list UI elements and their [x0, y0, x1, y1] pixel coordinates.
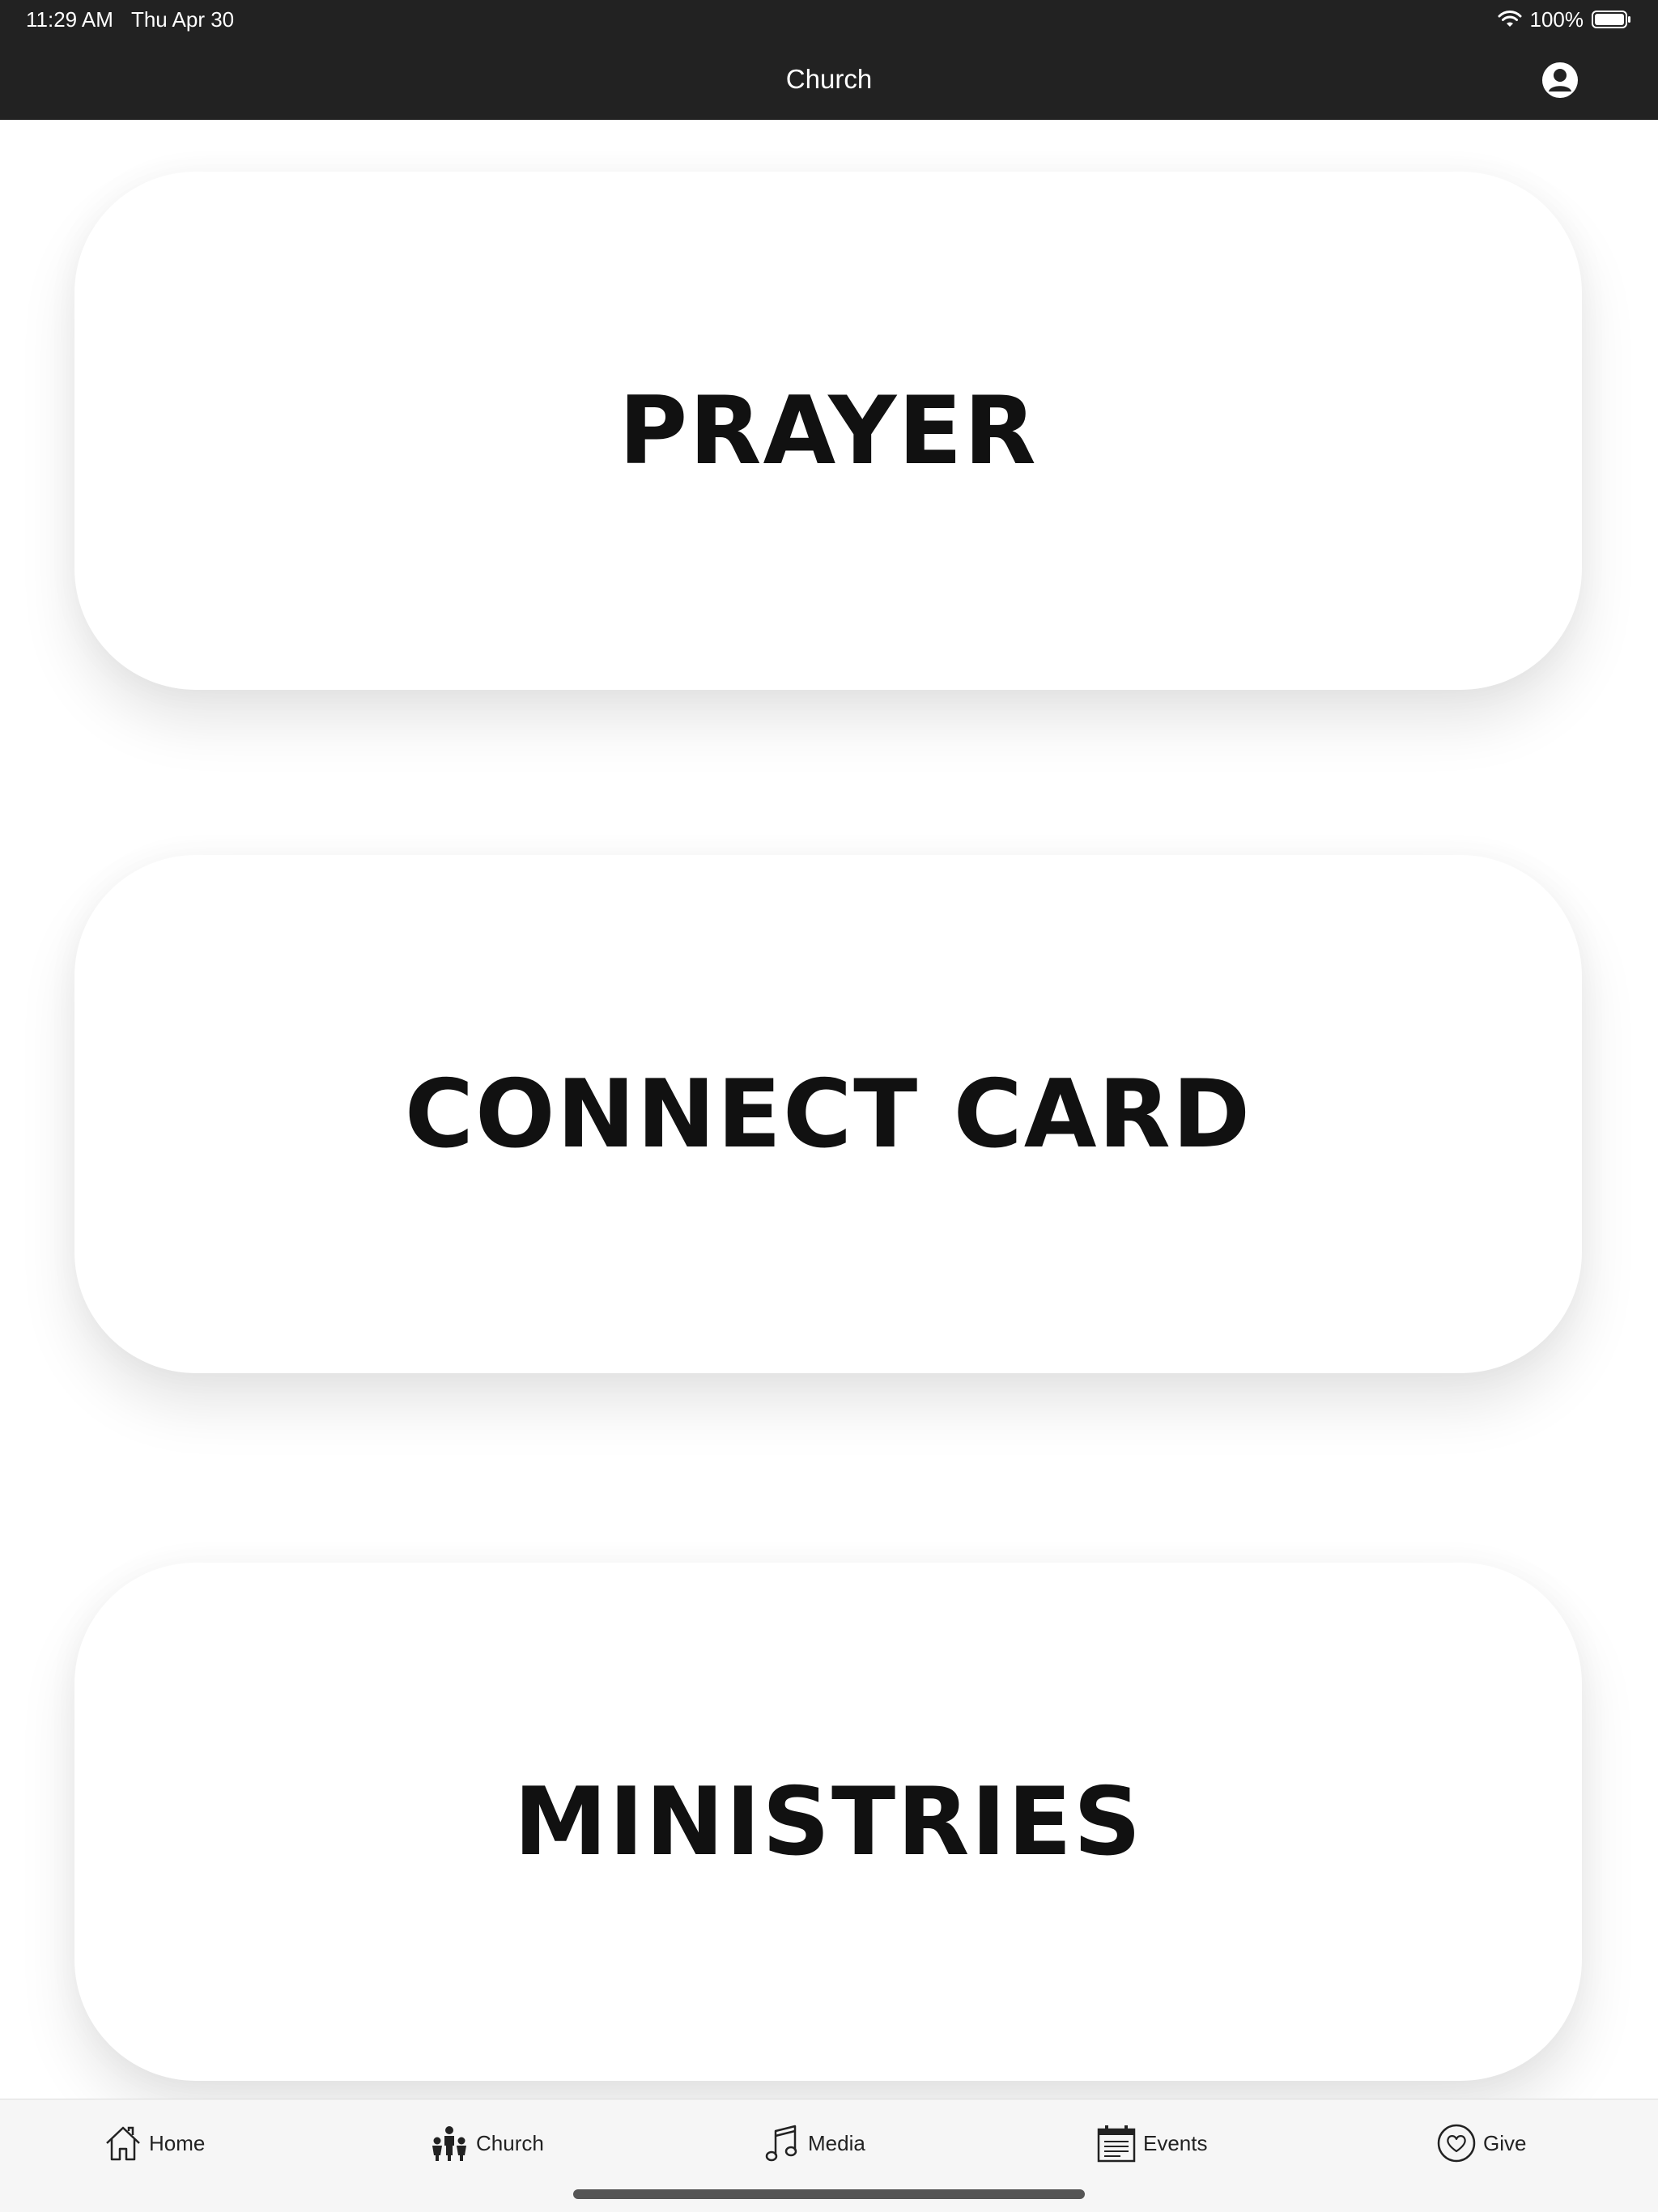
top-bar: 11:29 AM Thu Apr 30 100% Church: [0, 0, 1658, 120]
heart-icon: [1436, 2123, 1477, 2163]
status-bar-left: 11:29 AM Thu Apr 30: [26, 6, 234, 32]
tab-give-label: Give: [1483, 2130, 1527, 2155]
status-time: 11:29 AM: [26, 6, 113, 32]
tab-events-label: Events: [1143, 2130, 1208, 2155]
page-title: Church: [785, 64, 873, 94]
wifi-icon: [1498, 10, 1522, 29]
home-indicator[interactable]: [573, 2189, 1085, 2199]
calendar-icon: [1096, 2123, 1137, 2163]
tab-media[interactable]: Media: [764, 2119, 865, 2167]
home-icon: [104, 2124, 142, 2163]
status-bar-right: 100%: [1498, 6, 1633, 32]
tab-church[interactable]: Church: [429, 2119, 544, 2167]
tab-give[interactable]: Give: [1436, 2119, 1526, 2167]
card-label-connect-card: CONNECT CARD: [404, 1059, 1252, 1169]
battery-icon: [1592, 10, 1632, 29]
profile-icon: [1542, 62, 1578, 98]
tab-church-label: Church: [476, 2130, 544, 2155]
church-people-icon: [429, 2123, 470, 2163]
app-screen: 11:29 AM Thu Apr 30 100% Church PRAYER C…: [0, 0, 1658, 2212]
profile-button[interactable]: [1540, 60, 1580, 100]
music-note-icon: [764, 2123, 801, 2163]
status-date: Thu Apr 30: [130, 6, 235, 32]
prayer-card[interactable]: PRAYER: [74, 172, 1582, 690]
tab-media-label: Media: [808, 2130, 865, 2155]
tab-events[interactable]: Events: [1096, 2119, 1208, 2167]
card-label-prayer: PRAYER: [619, 376, 1038, 486]
card-label-ministries: MINISTRIES: [513, 1767, 1143, 1877]
battery-percent: 100%: [1529, 6, 1584, 32]
connect-card-card[interactable]: CONNECT CARD: [74, 855, 1582, 1373]
tab-home-label: Home: [149, 2130, 206, 2155]
tab-home[interactable]: Home: [104, 2119, 205, 2167]
main-content: PRAYER CONNECT CARD MINISTRIES: [0, 120, 1658, 2099]
ministries-card[interactable]: MINISTRIES: [74, 1563, 1582, 2081]
